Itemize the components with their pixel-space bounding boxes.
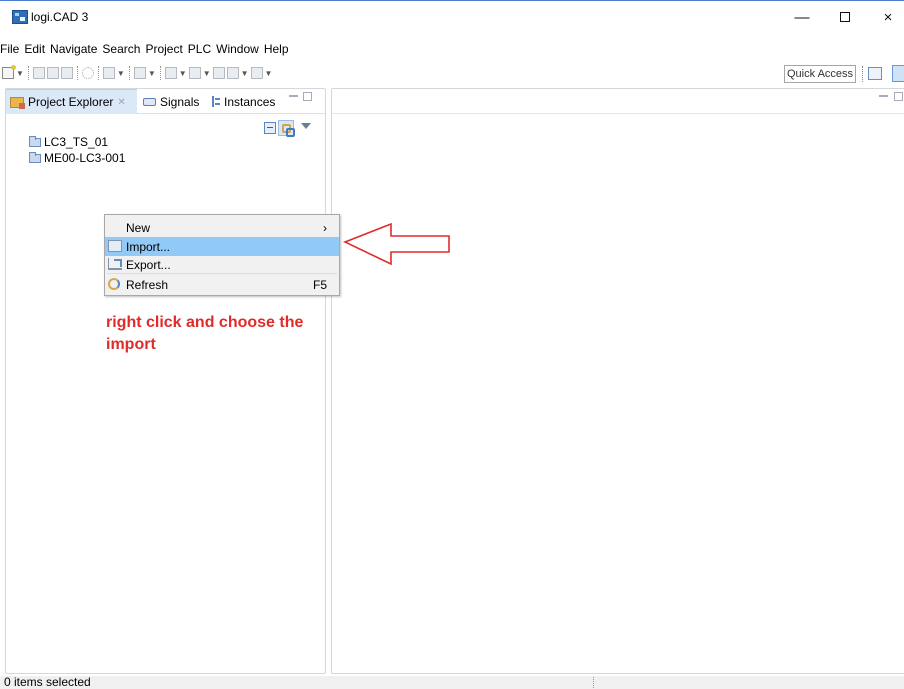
menu-item-new[interactable]: New › bbox=[105, 218, 339, 237]
status-bar: 0 items selected bbox=[0, 675, 904, 689]
menu-help[interactable]: Help bbox=[264, 42, 289, 58]
chevron-down-icon[interactable]: ▼ bbox=[16, 69, 24, 78]
annotation-prev-icon[interactable] bbox=[188, 67, 201, 79]
collapse-all-icon[interactable] bbox=[264, 122, 276, 134]
menu-item-label: Refresh bbox=[126, 277, 169, 292]
chevron-down-icon[interactable]: ▼ bbox=[241, 69, 249, 78]
tab-signals[interactable]: Signals bbox=[139, 89, 203, 114]
window-title: logi.CAD 3 bbox=[31, 10, 89, 24]
menu-edit[interactable]: Edit bbox=[24, 42, 45, 58]
menu-item-export[interactable]: Export... bbox=[105, 255, 339, 274]
tree-item-label: ME00-LC3-001 bbox=[44, 151, 126, 165]
chevron-down-icon[interactable]: ▼ bbox=[265, 69, 273, 78]
folder-icon bbox=[29, 151, 41, 163]
submenu-arrow-icon: › bbox=[323, 220, 327, 235]
perspective-icon[interactable] bbox=[892, 65, 904, 82]
instruction-annotation: right click and choose the import bbox=[106, 314, 304, 353]
back-icon[interactable] bbox=[226, 67, 239, 79]
menu-item-label: New bbox=[126, 220, 151, 235]
minimize-editor-icon[interactable] bbox=[879, 95, 888, 97]
chevron-down-icon[interactable]: ▼ bbox=[148, 69, 156, 78]
run-icon[interactable] bbox=[102, 67, 115, 79]
toolbar-separator bbox=[128, 66, 130, 80]
toolbar-separator bbox=[862, 66, 863, 82]
pen-icon[interactable] bbox=[133, 67, 146, 79]
annotation-next-icon[interactable] bbox=[164, 67, 177, 79]
forward-icon[interactable] bbox=[250, 67, 263, 79]
maximize-editor-icon[interactable] bbox=[894, 92, 903, 101]
view-toolbar bbox=[264, 120, 311, 137]
menu-bar: File Edit Navigate Search Project PLC Wi… bbox=[0, 42, 289, 58]
main-toolbar: ▼ ▼ ▼ ▼ ▼ ▼ ▼ Quick Access bbox=[0, 62, 904, 86]
tree-item[interactable]: ME00-LC3-001 bbox=[29, 150, 125, 166]
view-tab-bar: Project Explorer ✕ Signals Instances bbox=[6, 89, 325, 114]
tab-label: Signals bbox=[160, 94, 200, 109]
quick-access-input[interactable]: Quick Access bbox=[784, 65, 856, 83]
menu-item-import[interactable]: Import... bbox=[105, 237, 339, 256]
menu-plc[interactable]: PLC bbox=[188, 42, 211, 58]
toolbar-separator bbox=[27, 66, 29, 80]
instances-icon bbox=[212, 96, 220, 107]
editor-tab-strip bbox=[332, 89, 904, 114]
minimize-view-icon[interactable] bbox=[289, 95, 298, 97]
export-icon bbox=[108, 258, 122, 270]
toolbar-separator bbox=[76, 66, 78, 80]
save-all-icon[interactable] bbox=[46, 67, 59, 79]
link-with-editor-icon[interactable] bbox=[278, 120, 295, 137]
title-bar: logi.CAD 3 — × bbox=[0, 0, 904, 36]
close-button[interactable]: × bbox=[872, 5, 904, 31]
toolbar-separator bbox=[97, 66, 99, 80]
tab-project-explorer[interactable]: Project Explorer ✕ bbox=[6, 89, 137, 114]
tree-item-label: LC3_TS_01 bbox=[44, 135, 109, 149]
tab-label: Project Explorer bbox=[28, 95, 114, 109]
chevron-down-icon[interactable]: ▼ bbox=[117, 69, 125, 78]
close-icon[interactable]: ✕ bbox=[117, 97, 125, 108]
menu-item-refresh[interactable]: Refresh F5 bbox=[105, 275, 339, 294]
menu-navigate[interactable]: Navigate bbox=[50, 42, 97, 58]
toolbar-icons: ▼ ▼ ▼ ▼ ▼ ▼ ▼ bbox=[2, 65, 273, 80]
status-separator bbox=[593, 677, 594, 688]
build-icon[interactable] bbox=[81, 67, 94, 79]
status-text: 0 items selected bbox=[4, 675, 91, 689]
view-menu-icon[interactable] bbox=[301, 123, 311, 129]
print-icon[interactable] bbox=[60, 67, 73, 79]
minimize-button[interactable]: — bbox=[786, 5, 818, 31]
project-tree: LC3_TS_01 ME00-LC3-001 bbox=[29, 134, 125, 166]
shortcut-label: F5 bbox=[312, 277, 327, 292]
new-icon[interactable] bbox=[2, 65, 16, 79]
menu-item-label: Import... bbox=[126, 239, 171, 254]
chevron-down-icon[interactable]: ▼ bbox=[179, 69, 187, 78]
last-edit-icon[interactable] bbox=[212, 67, 225, 79]
tab-instances[interactable]: Instances bbox=[208, 89, 279, 114]
editor-area bbox=[331, 88, 904, 674]
context-menu: New › Import... Export... Refresh F5 bbox=[104, 214, 340, 296]
menu-item-label: Export... bbox=[126, 257, 171, 272]
toolbar-separator bbox=[159, 66, 161, 80]
import-icon bbox=[108, 240, 122, 252]
menu-separator bbox=[107, 273, 337, 274]
maximize-view-icon[interactable] bbox=[303, 92, 312, 101]
chevron-down-icon[interactable]: ▼ bbox=[203, 69, 211, 78]
maximize-button[interactable] bbox=[829, 5, 861, 31]
menu-file[interactable]: File bbox=[0, 42, 19, 58]
folder-icon bbox=[29, 135, 41, 147]
refresh-icon bbox=[108, 278, 120, 290]
signals-icon bbox=[143, 97, 156, 106]
project-explorer-panel: Project Explorer ✕ Signals Instances LC3… bbox=[5, 88, 326, 674]
annotation-arrow-icon bbox=[343, 222, 450, 266]
open-perspective-icon[interactable] bbox=[868, 67, 882, 80]
logicad-app-icon bbox=[12, 10, 28, 24]
menu-project[interactable]: Project bbox=[145, 42, 182, 58]
menu-search[interactable]: Search bbox=[102, 42, 140, 58]
save-icon[interactable] bbox=[32, 67, 45, 79]
menu-window[interactable]: Window bbox=[216, 42, 259, 58]
tab-label: Instances bbox=[224, 94, 276, 109]
tree-item[interactable]: LC3_TS_01 bbox=[29, 134, 125, 150]
project-explorer-icon bbox=[10, 96, 25, 109]
maximize-icon bbox=[840, 11, 850, 22]
